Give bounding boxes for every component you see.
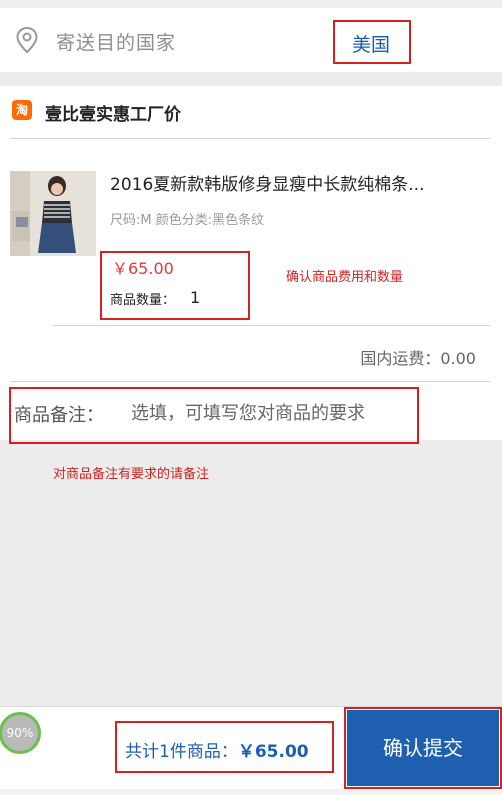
- quantity-label: 商品数量：: [110, 293, 176, 308]
- product-price: ￥65.00: [112, 259, 174, 278]
- destination-country-value[interactable]: 美国: [352, 30, 390, 57]
- shop-name: 壹比壹实惠工厂价: [45, 105, 181, 125]
- total-amount: ￥65.00: [237, 742, 309, 762]
- confirm-submit-button[interactable]: 确认提交: [347, 710, 499, 786]
- section-gap: [0, 72, 502, 86]
- top-strip: [0, 0, 502, 8]
- confirm-fee-annotation: 确认商品费用和数量: [286, 270, 404, 285]
- remark-input[interactable]: [131, 399, 411, 427]
- product-spec: 尺码:M 颜色分类:黑色条纹: [110, 213, 265, 228]
- total-prefix: 共计1件商品：: [125, 742, 238, 762]
- taobao-shop-icon: 淘: [12, 100, 32, 120]
- divider: [53, 325, 490, 326]
- order-total: 共计1件商品：￥65.00: [125, 737, 309, 762]
- divider: [10, 381, 490, 382]
- destination-label: 寄送目的国家: [56, 32, 177, 54]
- remark-label: 商品备注：: [14, 405, 104, 426]
- domestic-shipping-fee: 国内运费：0.00: [360, 349, 476, 368]
- progress-indicator[interactable]: 90%: [0, 712, 41, 754]
- remark-hint-annotation: 对商品备注有要求的请备注: [53, 467, 210, 482]
- location-pin-icon: [16, 26, 38, 54]
- bottom-strip: [0, 789, 502, 795]
- divider: [10, 138, 490, 139]
- product-thumbnail[interactable]: [10, 171, 96, 256]
- product-title[interactable]: 2016夏新款韩版修身显瘦中长款纯棉条...: [110, 170, 424, 195]
- quantity-value: 1: [190, 288, 201, 307]
